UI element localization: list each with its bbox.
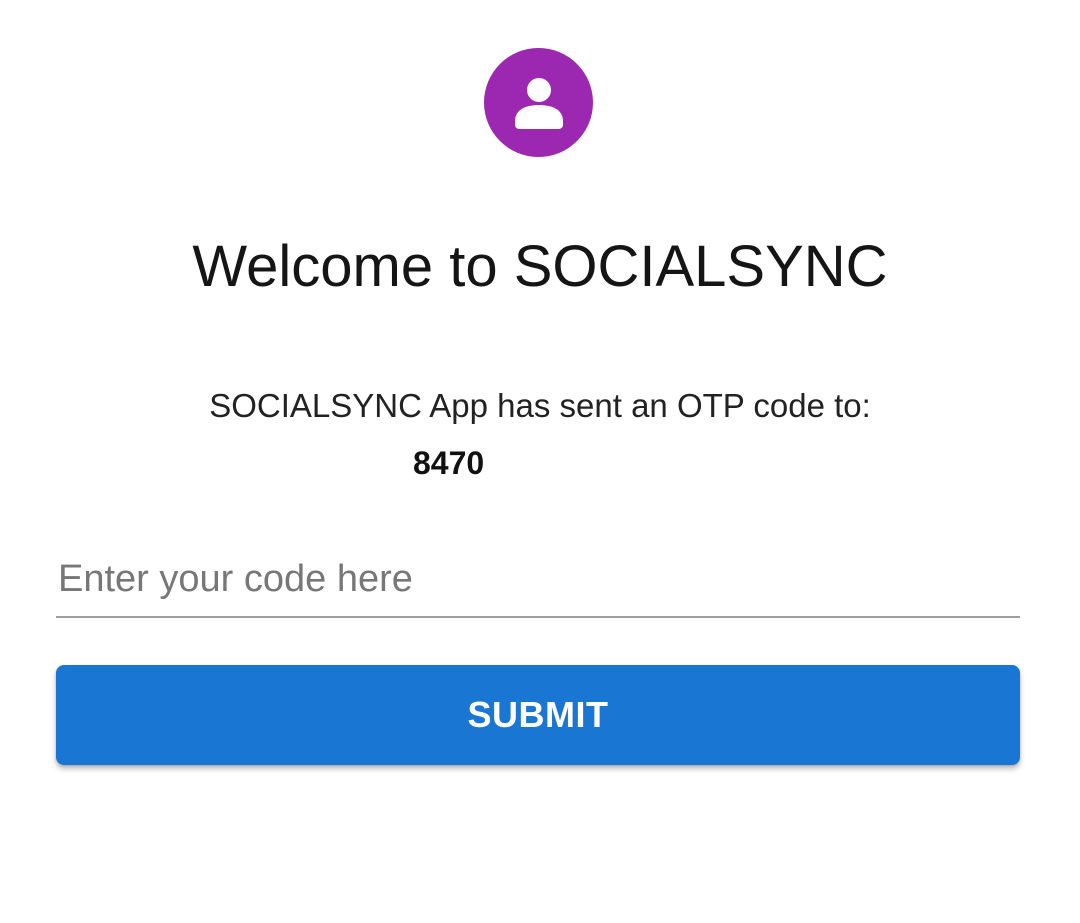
phone-number-container: 8470: [413, 440, 527, 486]
page-title: Welcome to SOCIALSYNC: [192, 234, 888, 299]
person-icon: [514, 77, 563, 129]
avatar: [484, 48, 593, 157]
submit-button[interactable]: SUBMIT: [56, 665, 1020, 765]
otp-message: SOCIALSYNC App has sent an OTP code to:: [209, 387, 871, 424]
phone-number: 8470: [413, 445, 485, 481]
otp-code-input[interactable]: [56, 542, 1020, 618]
